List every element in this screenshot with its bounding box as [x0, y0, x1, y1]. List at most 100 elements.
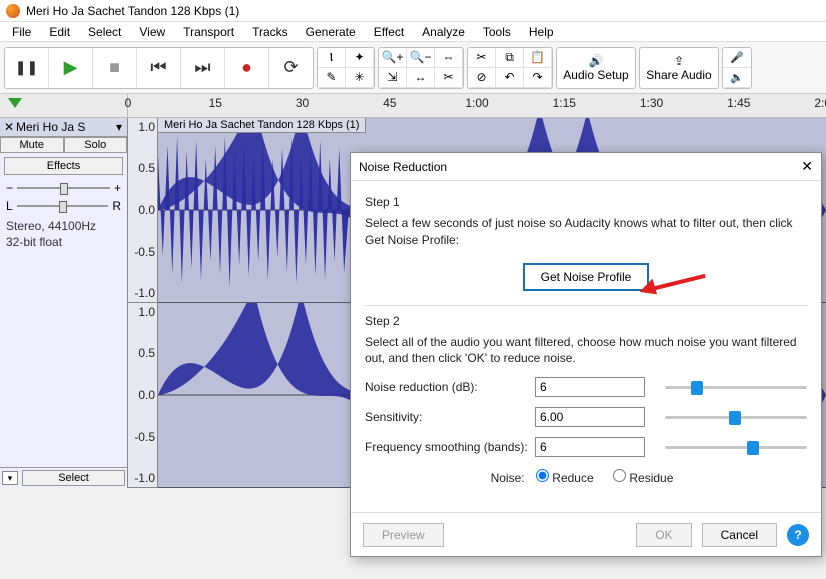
menu-analyze[interactable]: Analyze: [414, 23, 473, 41]
noise-reduction-dialog: Noise Reduction ✕ Step 1 Select a few se…: [350, 152, 822, 557]
track-select-button[interactable]: Select: [22, 470, 125, 486]
clip-label[interactable]: Meri Ho Ja Sachet Tandon 128 Kbps (1): [158, 118, 366, 133]
pan-right-label: R: [112, 199, 121, 213]
track-menu-icon[interactable]: ▾: [113, 120, 125, 134]
menu-edit[interactable]: Edit: [41, 23, 78, 41]
cut-icon[interactable]: ✂: [468, 48, 496, 68]
frequency-smoothing-input[interactable]: [535, 437, 645, 457]
pan-slider[interactable]: L R: [0, 197, 127, 215]
effects-button[interactable]: Effects: [4, 157, 123, 175]
loop-button[interactable]: ⟳: [269, 48, 313, 88]
track-close-icon[interactable]: ✕: [2, 120, 16, 134]
silence-icon[interactable]: ⊘: [468, 68, 496, 88]
amplitude-scale: 1.0 0.5 0.0 -0.5 -1.0 1.0 0.5 0.0 -0.5 -…: [128, 118, 158, 488]
play-button[interactable]: ▶: [49, 48, 93, 88]
track-header[interactable]: ✕ Meri Ho Ja S ▾: [0, 118, 127, 137]
dialog-close-icon[interactable]: ✕: [801, 158, 813, 175]
noise-reduction-input[interactable]: [535, 377, 645, 397]
step2-heading: Step 2: [365, 314, 807, 328]
frequency-smoothing-slider[interactable]: [665, 439, 807, 455]
track-collapse-icon[interactable]: ▾: [2, 471, 18, 485]
scale-label: 0.0: [138, 388, 155, 402]
undo-icon[interactable]: ↶: [496, 68, 524, 88]
step2-text: Select all of the audio you want filtere…: [365, 334, 807, 368]
trim-icon[interactable]: ✂: [435, 68, 463, 88]
menu-tools[interactable]: Tools: [475, 23, 519, 41]
ruler-tick: 15: [209, 96, 222, 110]
track-info: Stereo, 44100Hz 32-bit float: [0, 215, 127, 254]
reduce-radio[interactable]: Reduce: [536, 471, 594, 485]
menu-tracks[interactable]: Tracks: [244, 23, 296, 41]
share-audio-label: Share Audio: [646, 68, 711, 82]
ruler-tick: 0: [125, 96, 132, 110]
record-button[interactable]: [225, 48, 269, 88]
menu-generate[interactable]: Generate: [298, 23, 364, 41]
gain-slider[interactable]: − +: [0, 179, 127, 197]
sensitivity-input[interactable]: [535, 407, 645, 427]
cancel-button[interactable]: Cancel: [702, 523, 777, 547]
zoom-in-icon[interactable]: 🔍+: [379, 48, 407, 68]
selection-tool-icon[interactable]: Ⲓ: [318, 48, 346, 68]
multi-tool-icon[interactable]: ✳: [346, 68, 374, 88]
sensitivity-label: Sensitivity:: [365, 410, 535, 424]
scale-label: -1.0: [134, 286, 155, 300]
menu-help[interactable]: Help: [521, 23, 562, 41]
speaker-icon: 🔊: [589, 54, 604, 68]
track-format: Stereo, 44100Hz: [6, 219, 121, 235]
ruler-tick: 45: [383, 96, 396, 110]
scale-label: 0.0: [138, 203, 155, 217]
scale-label: -0.5: [134, 245, 155, 259]
redo-icon[interactable]: ↷: [524, 68, 552, 88]
scale-label: 0.5: [138, 161, 155, 175]
menu-transport[interactable]: Transport: [175, 23, 242, 41]
noise-reduction-slider[interactable]: [665, 379, 807, 395]
fit-project-icon[interactable]: ⇲: [379, 68, 407, 88]
help-icon[interactable]: ?: [787, 524, 809, 546]
draw-tool-icon[interactable]: ✎: [318, 68, 346, 88]
menu-view[interactable]: View: [131, 23, 173, 41]
zoom-toggle-icon[interactable]: ↔: [407, 68, 435, 88]
app-logo-icon: [6, 4, 20, 18]
menu-select[interactable]: Select: [80, 23, 129, 41]
skip-start-button[interactable]: ⏮: [137, 48, 181, 88]
skip-end-button[interactable]: ⏭: [181, 48, 225, 88]
noise-reduction-label: Noise reduction (dB):: [365, 380, 535, 394]
scale-label: -0.5: [134, 430, 155, 444]
mute-button[interactable]: Mute: [0, 137, 64, 153]
share-audio-button[interactable]: ⇪ Share Audio: [639, 47, 719, 89]
residue-radio[interactable]: Residue: [613, 471, 673, 485]
sensitivity-slider[interactable]: [665, 409, 807, 425]
out-icon[interactable]: 🔈: [723, 68, 751, 88]
edit-group: ✂ ⧉ 📋 ⊘ ↶ ↷: [467, 47, 553, 89]
envelope-tool-icon[interactable]: ✦: [346, 48, 374, 68]
fit-selection-icon[interactable]: ⇔: [435, 48, 463, 68]
zoom-group: 🔍+ 🔍− ⇔ ⇲ ↔ ✂: [378, 47, 464, 89]
scale-label: 1.0: [138, 305, 155, 319]
time-ruler[interactable]: 0 15 30 45 1:00 1:15 1:30 1:45 2:00: [128, 94, 826, 117]
copy-icon[interactable]: ⧉: [496, 48, 524, 68]
paste-icon[interactable]: 📋: [524, 48, 552, 68]
menu-effect[interactable]: Effect: [366, 23, 412, 41]
ruler-tick: 2:00: [814, 96, 826, 110]
share-icon: ⇪: [674, 54, 684, 68]
ok-button[interactable]: OK: [636, 523, 691, 547]
meter-group: 🎤 🔈: [722, 47, 752, 89]
dialog-titlebar[interactable]: Noise Reduction ✕: [351, 153, 821, 181]
audio-setup-button[interactable]: 🔊 Audio Setup: [556, 47, 636, 89]
zoom-out-icon[interactable]: 🔍−: [407, 48, 435, 68]
transport-group: ▶ ⏮ ⏭ ⟳: [4, 47, 314, 89]
window-title: Meri Ho Ja Sachet Tandon 128 Kbps (1): [26, 4, 239, 18]
menu-file[interactable]: File: [4, 23, 39, 41]
noise-label: Noise:: [491, 471, 525, 485]
pause-button[interactable]: [5, 48, 49, 88]
gain-minus-icon: −: [6, 181, 13, 195]
mic-icon[interactable]: 🎤: [723, 48, 751, 68]
get-noise-profile-button[interactable]: Get Noise Profile: [523, 263, 650, 291]
preview-button[interactable]: Preview: [363, 523, 444, 547]
ruler-tick: 1:30: [640, 96, 663, 110]
stop-button[interactable]: [93, 48, 137, 88]
solo-button[interactable]: Solo: [64, 137, 128, 153]
timeline-leftpad: [0, 94, 128, 117]
scale-label: 1.0: [138, 120, 155, 134]
ruler-tick: 1:00: [465, 96, 488, 110]
